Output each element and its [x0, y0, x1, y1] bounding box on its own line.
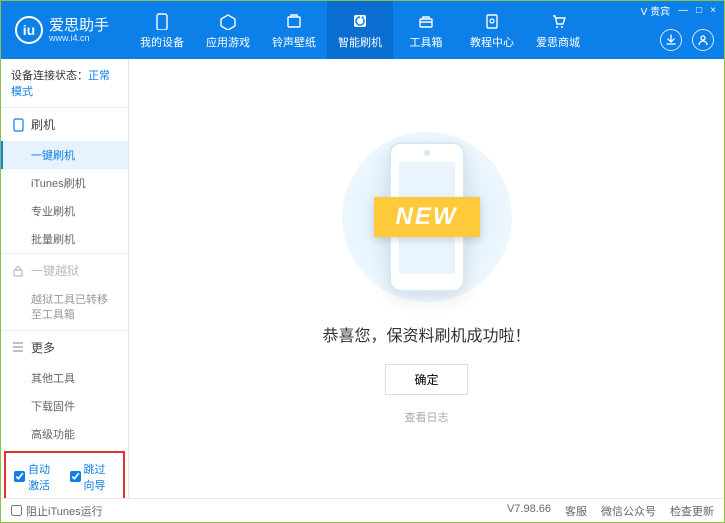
version-label: V7.98.66 — [507, 503, 551, 519]
phone-icon — [11, 118, 25, 132]
status-label: 设备连接状态： — [11, 70, 88, 82]
sidebar-more-item-1[interactable]: 下载固件 — [1, 392, 128, 420]
nav-label: 爱思商城 — [536, 34, 580, 50]
toolbox-icon — [416, 11, 436, 31]
nav-book[interactable]: 教程中心 — [459, 1, 525, 59]
main-nav: 我的设备 应用游戏 铃声壁纸 智能刷机 工具箱 教程中心 爱思商城 — [129, 1, 591, 59]
menu-icon — [11, 340, 25, 354]
check-update-link[interactable]: 检查更新 — [670, 503, 714, 519]
app-header: iu 爱思助手 www.i4.cn 我的设备 应用游戏 铃声壁纸 智能刷机 工具箱 教程中… — [1, 1, 724, 59]
logo-icon: iu — [15, 16, 43, 44]
skip-guide-label: 跳过向导 — [84, 461, 116, 493]
app-name: 爱思助手 — [49, 18, 109, 33]
sidebar-section-jailbreak[interactable]: 一键越狱 — [1, 254, 128, 287]
nav-wallet[interactable]: 铃声壁纸 — [261, 1, 327, 59]
close-button[interactable]: × — [710, 5, 716, 16]
sidebar-flash-item-1[interactable]: iTunes刷机 — [1, 169, 128, 197]
sidebar-flash-item-3[interactable]: 批量刷机 — [1, 225, 128, 253]
sidebar-jailbreak-title: 一键越狱 — [31, 262, 79, 279]
apps-icon — [218, 11, 238, 31]
wallet-icon — [284, 11, 304, 31]
jailbreak-note: 越狱工具已转移至工具箱 — [1, 287, 128, 330]
block-itunes-label: 阻止iTunes运行 — [26, 503, 103, 519]
auto-activate-label: 自动激活 — [28, 461, 60, 493]
user-button[interactable] — [692, 29, 714, 51]
app-url: www.i4.cn — [49, 33, 109, 43]
sidebar: 设备连接状态：正常模式 刷机 一键刷机iTunes刷机专业刷机批量刷机 一键越狱… — [1, 59, 129, 498]
success-message: 恭喜您，保资料刷机成功啦！ — [322, 322, 530, 346]
nav-label: 应用游戏 — [206, 34, 250, 50]
sidebar-section-more[interactable]: 更多 — [1, 331, 128, 364]
logo-area: iu 爱思助手 www.i4.cn — [1, 16, 129, 44]
connection-status: 设备连接状态：正常模式 — [1, 59, 128, 108]
new-ribbon: NEW — [374, 197, 480, 237]
nav-label: 智能刷机 — [338, 34, 382, 50]
success-illustration: NEW — [342, 132, 512, 302]
sidebar-flash-item-0[interactable]: 一键刷机 — [1, 141, 128, 169]
sidebar-more-item-0[interactable]: 其他工具 — [1, 364, 128, 392]
nav-label: 我的设备 — [140, 34, 184, 50]
nav-label: 铃声壁纸 — [272, 34, 316, 50]
ok-button[interactable]: 确定 — [385, 364, 467, 395]
refresh-icon — [350, 11, 370, 31]
nav-cart[interactable]: 爱思商城 — [525, 1, 591, 59]
nav-refresh[interactable]: 智能刷机 — [327, 1, 393, 59]
lock-icon — [11, 264, 25, 278]
phone-icon — [152, 11, 172, 31]
window-controls: V 贵宾 — □ × — [641, 3, 716, 18]
sidebar-flash-title: 刷机 — [31, 116, 55, 133]
cart-icon — [548, 11, 568, 31]
minimize-button[interactable]: — — [678, 5, 688, 16]
nav-phone[interactable]: 我的设备 — [129, 1, 195, 59]
main-content: NEW 恭喜您，保资料刷机成功啦！ 确定 查看日志 — [129, 59, 724, 498]
nav-toolbox[interactable]: 工具箱 — [393, 1, 459, 59]
view-log-link[interactable]: 查看日志 — [405, 409, 449, 425]
vip-label[interactable]: V 贵宾 — [641, 3, 670, 18]
sidebar-flash-item-2[interactable]: 专业刷机 — [1, 197, 128, 225]
options-highlighted: 自动激活 跳过向导 — [4, 451, 125, 498]
book-icon — [482, 11, 502, 31]
download-button[interactable] — [660, 29, 682, 51]
sidebar-more-title: 更多 — [31, 339, 55, 356]
sidebar-section-flash[interactable]: 刷机 — [1, 108, 128, 141]
nav-apps[interactable]: 应用游戏 — [195, 1, 261, 59]
service-link[interactable]: 客服 — [565, 503, 587, 519]
footer: 阻止iTunes运行 V7.98.66 客服 微信公众号 检查更新 — [1, 498, 724, 522]
block-itunes-checkbox[interactable]: 阻止iTunes运行 — [11, 503, 103, 519]
nav-label: 工具箱 — [410, 34, 443, 50]
nav-label: 教程中心 — [470, 34, 514, 50]
skip-guide-checkbox[interactable]: 跳过向导 — [70, 461, 116, 493]
wechat-link[interactable]: 微信公众号 — [601, 503, 656, 519]
auto-activate-checkbox[interactable]: 自动激活 — [14, 461, 60, 493]
sidebar-more-item-2[interactable]: 高级功能 — [1, 420, 128, 448]
maximize-button[interactable]: □ — [696, 5, 702, 16]
